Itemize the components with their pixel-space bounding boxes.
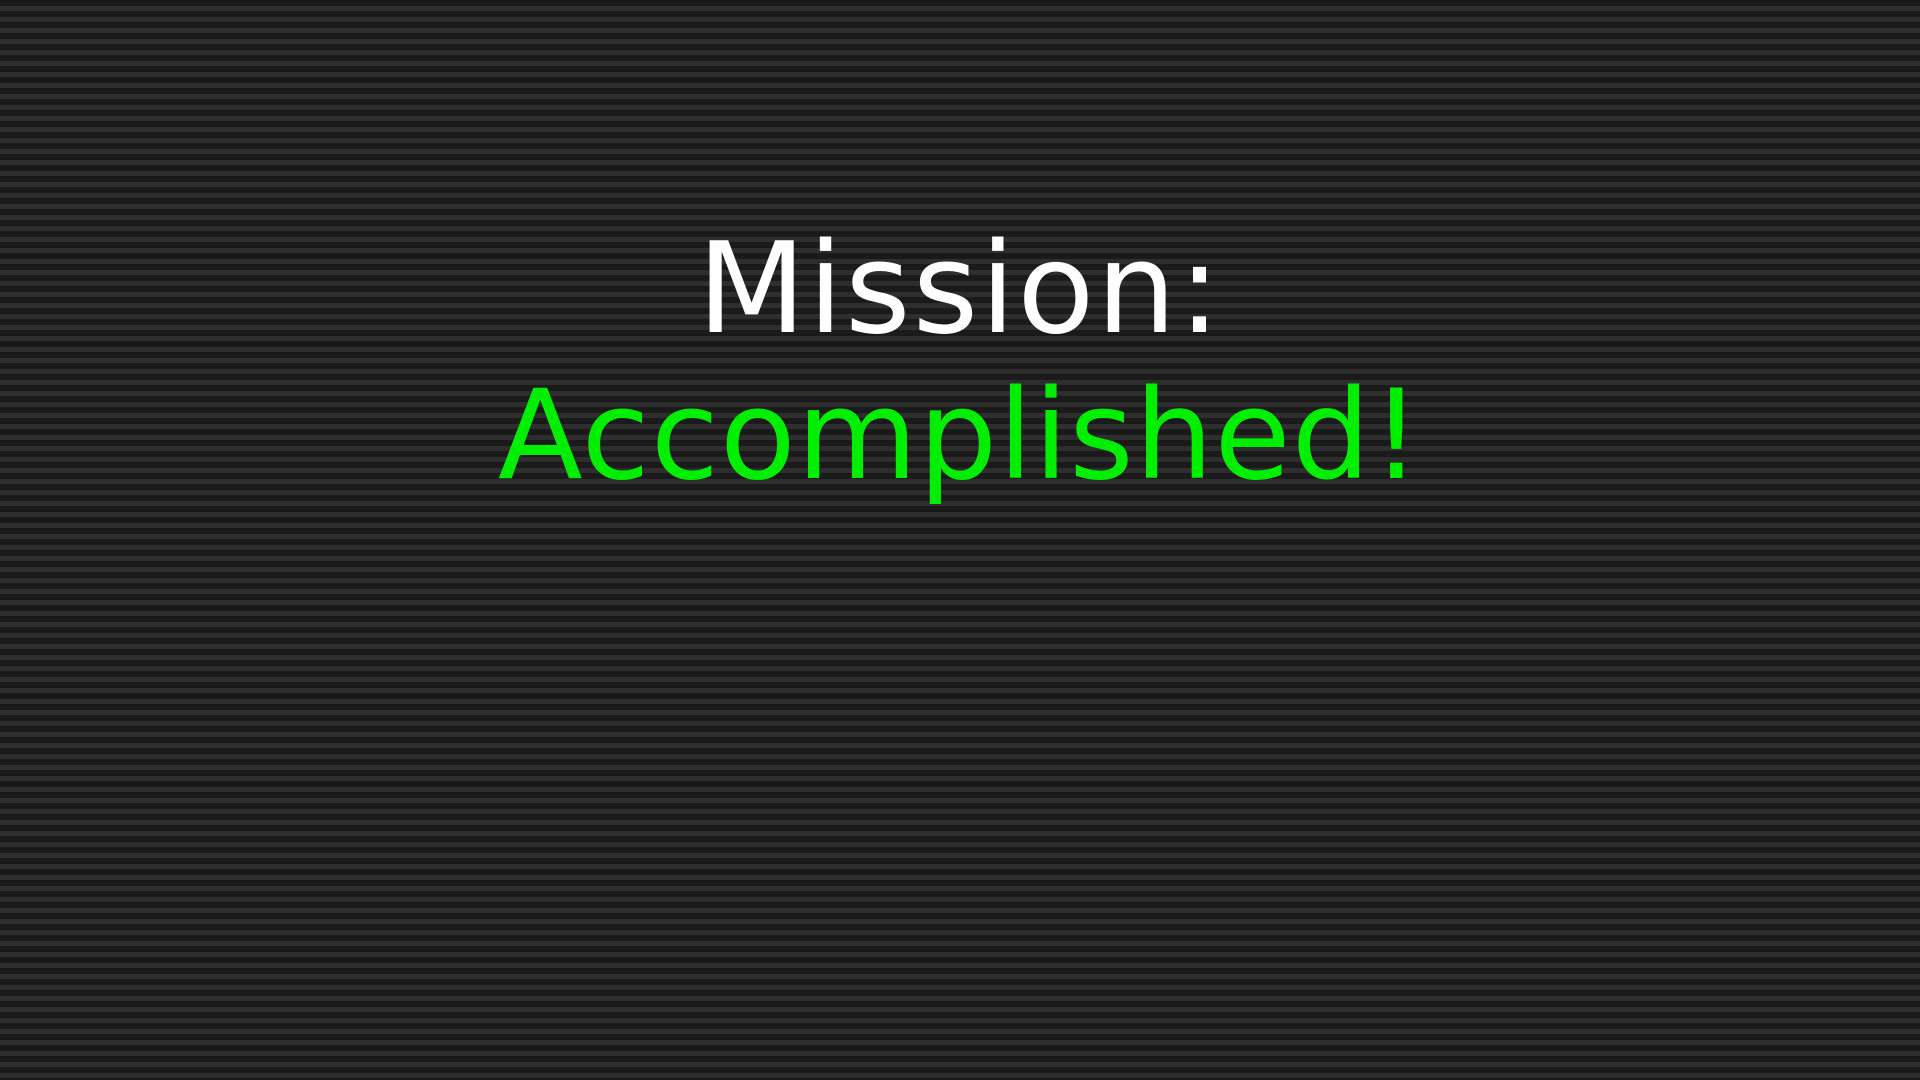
mission-complete-screen: Mission: Accomplished!	[0, 0, 1920, 1080]
mission-label: Mission:	[697, 215, 1223, 362]
accomplished-label: Accomplished!	[497, 364, 1423, 508]
